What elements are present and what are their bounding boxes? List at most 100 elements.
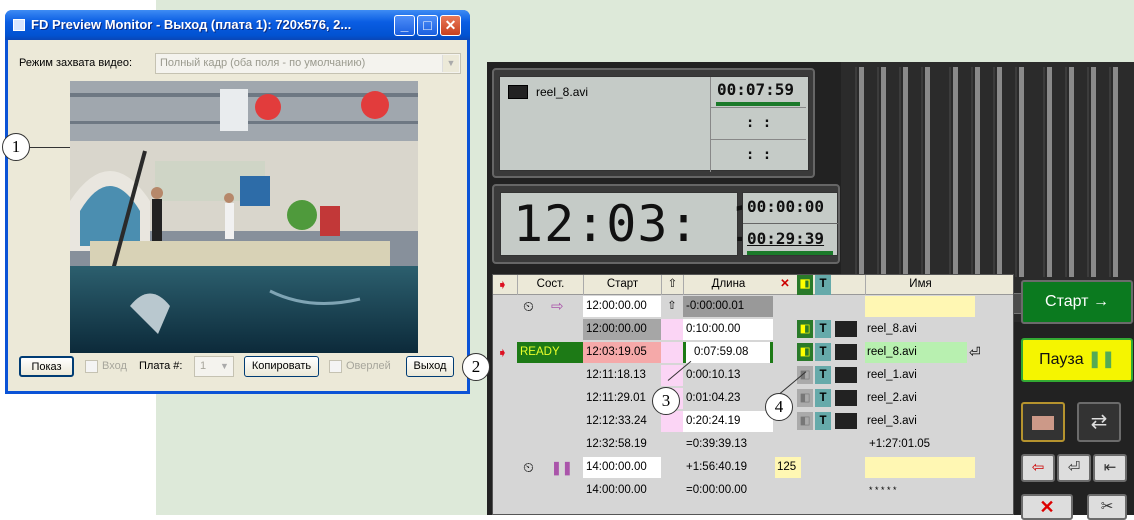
clip-name: reel_8.avi bbox=[536, 85, 589, 99]
row-start: 12:11:29.01 bbox=[586, 392, 646, 404]
title-bar[interactable]: FD Preview Monitor - Выход (плата 1): 72… bbox=[5, 10, 470, 40]
film-icon bbox=[835, 344, 857, 360]
close-button[interactable]: ✕ bbox=[440, 15, 461, 36]
counter-lcd: 00:00:00 00:29:39 bbox=[742, 192, 839, 256]
callout-4: 4 bbox=[765, 393, 793, 421]
film-icon bbox=[835, 390, 857, 406]
title-icon: T bbox=[815, 389, 831, 407]
shuffle-icon[interactable]: ✕ bbox=[773, 275, 797, 296]
playlist-header: ➧ Сост. Старт ⇧ Длина ✕ ◧ T Имя bbox=[493, 275, 1013, 296]
start-button[interactable]: Старт → bbox=[1021, 280, 1133, 324]
filmstrip-button[interactable] bbox=[1021, 402, 1065, 442]
divider bbox=[743, 223, 839, 224]
maximize-button[interactable]: □ bbox=[417, 15, 438, 36]
row-length: 0:10:00.00 bbox=[683, 319, 773, 340]
film-icon bbox=[508, 85, 528, 99]
table-row[interactable]: 14:00:00.00 =0:00:00.00 * * * * * bbox=[493, 479, 1013, 502]
row-name: reel_8.avi bbox=[865, 342, 967, 363]
clip-info-box: reel_8.avi 00:07:59 : : : : bbox=[492, 68, 815, 178]
minimize-button[interactable]: _ bbox=[394, 15, 415, 36]
clip-lcd: reel_8.avi 00:07:59 : : : : bbox=[499, 76, 809, 172]
board-label: Плата #: bbox=[139, 360, 183, 372]
film-icon bbox=[1030, 414, 1056, 432]
table-row-active[interactable]: ➧ READY 12:03:19.05 0:07:59.08 ◧ T reel_… bbox=[493, 341, 1013, 364]
table-row[interactable]: 12:11:18.13 0:00:10.13 ◧ T reel_1.avi bbox=[493, 364, 1013, 387]
remaining-bar bbox=[747, 251, 833, 255]
row-length: -0:00:00.01 bbox=[683, 296, 773, 317]
row-start: 12:12:33.24 bbox=[586, 415, 647, 427]
pause-label: Пауза bbox=[1039, 351, 1084, 368]
title-icon: T bbox=[815, 412, 831, 430]
row-length: 0:07:59.08 bbox=[683, 342, 773, 363]
meter-bars bbox=[841, 62, 1134, 292]
row-start: 12:32:58.19 bbox=[586, 438, 647, 450]
callout-2: 2 bbox=[462, 353, 490, 381]
table-row[interactable]: 12:32:58.19 =0:39:39.13 +1:27:01.05 bbox=[493, 433, 1013, 456]
clock-box: 12:03: 19 00:00:00 00:29:39 bbox=[492, 184, 840, 264]
copy-button[interactable]: Копировать bbox=[244, 356, 319, 377]
to-start-button[interactable]: ⇤ bbox=[1093, 454, 1127, 482]
row-name: +1:27:01.05 bbox=[869, 438, 931, 450]
row-length: 0:01:04.23 bbox=[686, 392, 741, 404]
header-length[interactable]: Длина bbox=[683, 275, 773, 296]
remaining-time: 00:29:39 bbox=[747, 229, 825, 248]
loop-icon[interactable]: ◧ bbox=[797, 275, 813, 296]
clock-icon: ⏲ bbox=[523, 459, 534, 475]
title-icon: T bbox=[815, 366, 831, 384]
scissors-icon: ✂ bbox=[1100, 498, 1114, 515]
row-name: reel_3.avi bbox=[867, 415, 917, 427]
clip-time: 00:07:59 bbox=[717, 80, 795, 99]
row-length: 0:00:10.13 bbox=[686, 369, 741, 381]
loop-icon: ◧ bbox=[797, 343, 813, 361]
back-button[interactable]: ⇦ bbox=[1021, 454, 1055, 482]
title-icon[interactable]: T bbox=[815, 275, 831, 296]
pause-button[interactable]: Пауза ❚❚ bbox=[1021, 338, 1133, 382]
return-button[interactable]: ⏎ bbox=[1057, 454, 1091, 482]
input-checkbox[interactable] bbox=[85, 360, 98, 373]
table-row[interactable]: 12:12:33.24 0:20:24.19 ◧ T reel_3.avi bbox=[493, 410, 1013, 433]
clip-progress-bar bbox=[716, 102, 800, 106]
row-name: reel_8.avi bbox=[867, 323, 917, 335]
table-row[interactable]: ⏲ ❚❚ 14:00:00.00 +1:56:40.19 125 bbox=[493, 456, 1013, 479]
preview-monitor-window: FD Preview Monitor - Выход (плата 1): 72… bbox=[5, 10, 470, 394]
up-arrow-icon[interactable]: ⇧ bbox=[661, 275, 683, 296]
table-row[interactable]: 12:00:00.00 0:10:00.00 ◧ T reel_8.avi bbox=[493, 318, 1013, 341]
row-start: 12:00:00.00 bbox=[583, 296, 661, 317]
table-row[interactable]: 12:11:29.01 0:01:04.23 ◧ T reel_2.avi bbox=[493, 387, 1013, 410]
cut-button[interactable]: ✂ bbox=[1087, 494, 1127, 520]
overlay-checkbox[interactable] bbox=[329, 360, 342, 373]
row-start: 12:00:00.00 bbox=[583, 319, 661, 340]
header-start[interactable]: Старт bbox=[583, 275, 661, 296]
row-length: =0:39:39.13 bbox=[686, 438, 748, 450]
film-icon bbox=[835, 367, 857, 383]
row-length: =0:00:00.00 bbox=[686, 484, 748, 496]
row-spacer bbox=[661, 342, 683, 363]
film-icon bbox=[835, 321, 857, 337]
row-start: 14:00:00.00 bbox=[586, 484, 647, 496]
swap-button[interactable]: ⇄ bbox=[1077, 402, 1121, 442]
capture-mode-select[interactable]: Полный кадр (оба поля - по умолчанию) ▼ bbox=[155, 53, 461, 74]
loop-icon: ◧ bbox=[797, 320, 813, 338]
header-name[interactable]: Имя bbox=[865, 275, 975, 296]
left-arrow-icon: ⇦ bbox=[1031, 459, 1045, 476]
clip-time-cell: 00:07:59 bbox=[710, 77, 806, 108]
pause-icon: ❚❚ bbox=[551, 460, 573, 475]
blank-time-1: : : bbox=[710, 108, 806, 140]
play-marker-icon: ➧ bbox=[497, 345, 508, 360]
playout-panel: reel_8.avi 00:07:59 : : : : 12:03: 19 00… bbox=[487, 62, 1134, 520]
row-length: +1:56:40.19 bbox=[686, 461, 748, 473]
pause-icon: ❚❚ bbox=[1088, 351, 1115, 368]
return-icon: ⏎ bbox=[1067, 459, 1081, 476]
input-checkbox-label: Вход bbox=[102, 360, 127, 372]
delete-button[interactable]: ✕ bbox=[1021, 494, 1073, 520]
app-icon bbox=[13, 19, 25, 31]
show-button[interactable]: Показ bbox=[19, 356, 74, 377]
table-row[interactable]: ⏲ ⇨ 12:00:00.00 ⇧ -0:00:00.01 bbox=[493, 295, 1013, 318]
header-state[interactable]: Сост. bbox=[517, 275, 583, 296]
board-value: 1 bbox=[200, 360, 207, 372]
chevron-down-icon: ▼ bbox=[442, 55, 459, 72]
output-button[interactable]: Выход bbox=[406, 356, 454, 377]
chevron-down-icon: ▼ bbox=[220, 361, 229, 371]
board-select[interactable]: 1 ▼ bbox=[194, 356, 234, 377]
row-name: reel_1.avi bbox=[867, 369, 917, 381]
